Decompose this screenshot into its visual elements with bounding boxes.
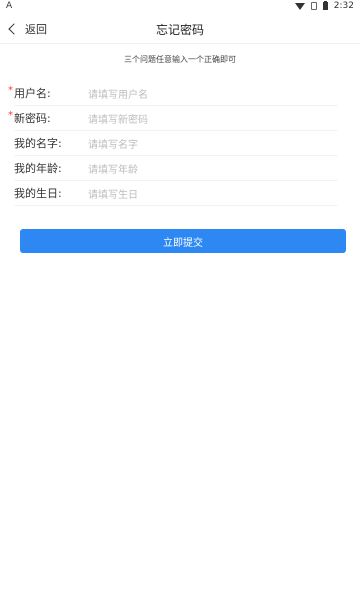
new-password-input[interactable]: 请填写新密码 [88, 111, 148, 126]
my-birthday-label: 我的生日: [14, 185, 88, 201]
page-title: 忘记密码 [155, 22, 204, 37]
notification-icon: A [6, 1, 13, 11]
username-row[interactable]: * 用户名: 请填写用户名 [8, 81, 338, 106]
my-name-label-text: 我的名字: [14, 137, 62, 150]
required-indicator: * [8, 110, 13, 121]
username-label: * 用户名: [8, 85, 88, 101]
back-label: 返回 [25, 23, 47, 36]
my-age-row[interactable]: 我的年龄: 请填写年龄 [14, 156, 338, 181]
forgot-password-form: * 用户名: 请填写用户名 * 新密码: 请填写新密码 我的名字: 请填写名字 … [0, 81, 360, 206]
instruction-text: 三个问题任意输入一个正确即可 [124, 55, 236, 64]
submit-button[interactable]: 立即提交 [20, 229, 346, 253]
my-name-label: 我的名字: [14, 135, 88, 151]
app-bar: 返回 忘记密码 [0, 15, 360, 44]
my-birthday-input[interactable]: 请填写生日 [88, 186, 138, 201]
new-password-label-text: 新密码: [14, 112, 51, 125]
my-birthday-label-text: 我的生日: [14, 187, 62, 200]
required-indicator: * [8, 85, 13, 96]
my-age-label: 我的年龄: [14, 160, 88, 176]
status-left: A [6, 1, 12, 11]
my-age-label-text: 我的年龄: [14, 162, 62, 175]
status-time: 2:32 [333, 0, 354, 11]
status-right: 2:32 [294, 0, 354, 11]
username-label-text: 用户名: [14, 87, 51, 100]
my-name-input[interactable]: 请填写名字 [88, 136, 138, 151]
wifi-icon [294, 2, 305, 10]
username-input[interactable]: 请填写用户名 [88, 86, 148, 101]
chevron-left-icon [8, 23, 20, 35]
no-sim-icon [310, 2, 317, 10]
new-password-label: * 新密码: [8, 110, 88, 126]
my-birthday-row[interactable]: 我的生日: 请填写生日 [14, 181, 338, 206]
back-button[interactable]: 返回 [8, 21, 47, 37]
my-name-row[interactable]: 我的名字: 请填写名字 [14, 131, 338, 156]
status-bar: A 2:32 [0, 0, 360, 12]
my-age-input[interactable]: 请填写年龄 [88, 161, 138, 176]
new-password-row[interactable]: * 新密码: 请填写新密码 [8, 106, 338, 131]
battery-icon [322, 1, 328, 10]
